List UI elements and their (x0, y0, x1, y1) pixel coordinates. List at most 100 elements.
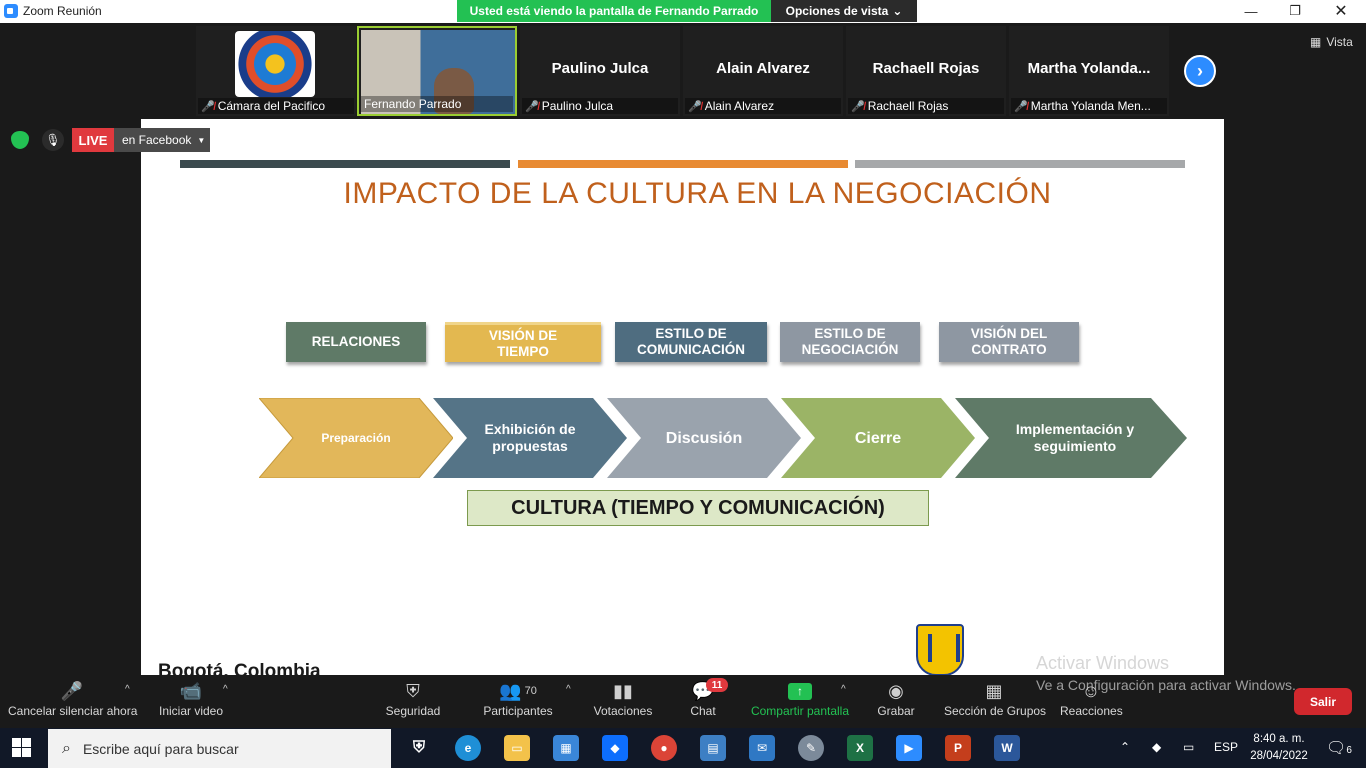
participant-label: 🎤̸ Cámara del Pacifico (198, 98, 354, 114)
powerpoint-icon[interactable]: P (945, 735, 971, 761)
shield-icon[interactable] (11, 131, 29, 149)
participant-label: 🎤̸ Alain Alvarez (685, 98, 841, 114)
zoom-icon[interactable]: ▶ (896, 735, 922, 761)
live-target-dropdown[interactable]: en Facebook ▼ (114, 128, 210, 152)
stage-discusion: Discusión (607, 398, 801, 478)
zoom-app-icon (4, 4, 18, 18)
minimize-button[interactable]: — (1228, 0, 1274, 22)
caret-down-icon: ▼ (197, 135, 206, 145)
participant-label: 🎤̸ Martha Yolanda Men... (1011, 98, 1167, 114)
participant-label: 🎤̸ Paulino Julca (522, 98, 678, 114)
camara-logo (235, 31, 315, 97)
share-banner: Usted está viendo la pantalla de Fernand… (457, 0, 771, 22)
breakout-rooms-button[interactable]: ▦ Sección de Grupos (944, 678, 1046, 719)
slide-bar-orange (518, 160, 848, 168)
participant-label: Fernando Parrado (361, 96, 513, 112)
mic-muted-icon: 🎤̸ (1014, 100, 1028, 113)
grid-icon: ▦ (985, 680, 1003, 701)
taskbar-clock[interactable]: 8:40 a. m. 28/04/2022 (1244, 731, 1314, 765)
taskbar-search-input[interactable]: ⌕ Escribe aquí para buscar (48, 729, 391, 768)
dropbox-icon[interactable]: ◆ (602, 735, 628, 761)
leave-meeting-button[interactable]: Salir (1294, 688, 1352, 715)
slide-bar-gray (855, 160, 1185, 168)
participant-tile-active-speaker[interactable]: Fernando Parrado (357, 26, 517, 116)
mic-muted-icon: 🎤̸ (851, 100, 865, 113)
app-window-icon[interactable]: ▤ (700, 735, 726, 761)
word-icon[interactable]: W (994, 735, 1020, 761)
box-vision-tiempo: VISIÓN DE TIEMPO (445, 322, 601, 362)
dropbox-tray-icon[interactable]: ◆ (1152, 740, 1161, 754)
shield-icon: ⛨ (406, 680, 420, 701)
chrome-icon[interactable]: ● (651, 735, 677, 761)
tray-chevron-up-icon[interactable]: ⌃ (1120, 740, 1130, 754)
stage-preparacion: Preparación (259, 398, 453, 478)
shared-slide: IMPACTO DE LA CULTURA EN LA NEGOCIACIÓN … (141, 119, 1224, 675)
record-icon: ◉ (888, 680, 904, 701)
mic-muted-icon: 🎤̸ (688, 100, 702, 113)
box-estilo-comunicacion: ESTILO DE COMUNICACIÓN (615, 322, 767, 362)
box-estilo-negociacion: ESTILO DE NEGOCIACIÓN (780, 322, 920, 362)
excel-icon[interactable]: X (847, 735, 873, 761)
activation-watermark-title: Activar Windows (1036, 653, 1170, 673)
participants-count: 70 (524, 685, 537, 697)
polls-button[interactable]: ▮▮ Votaciones (592, 678, 654, 719)
culture-box: CULTURA (TIEMPO Y COMUNICACIÓN) (467, 490, 929, 526)
participant-name: Paulino Julca (551, 60, 649, 77)
slide-title: IMPACTO DE LA CULTURA EN LA NEGOCIACIÓN (343, 177, 1052, 210)
participant-tile[interactable]: Martha Yolanda... 🎤̸ Martha Yolanda Men.… (1009, 26, 1169, 116)
security-center-icon[interactable]: ⛨ (406, 735, 432, 761)
close-button[interactable]: ✕ (1318, 0, 1364, 22)
view-toggle-button[interactable]: ▦ Vista (1310, 35, 1353, 49)
share-arrow-icon: ↑ (750, 678, 850, 704)
view-options-button[interactable]: Opciones de vista ⌄ (771, 0, 917, 22)
paint-icon[interactable]: ✎ (798, 735, 824, 761)
slide-footer-location: Bogotá, Colombia (158, 661, 321, 675)
next-page-button[interactable]: › (1184, 55, 1216, 87)
start-video-button[interactable]: 📹 Iniciar video (156, 678, 226, 719)
grid-icon: ▦ (1310, 35, 1322, 49)
box-relaciones: RELACIONES (286, 322, 426, 362)
slide-bar-dark (180, 160, 510, 168)
video-options-caret[interactable]: ^ (223, 684, 228, 695)
mail-icon[interactable]: ✉ (749, 735, 775, 761)
participants-button[interactable]: 👥 70 Participantes (482, 678, 554, 719)
view-toggle-label: Vista (1326, 35, 1353, 49)
bar-chart-icon: ▮▮ (613, 680, 633, 701)
notifications-icon[interactable]: 🗨6 (1326, 738, 1352, 758)
unmute-button[interactable]: 🎤 Cancelar silenciar ahora (8, 678, 137, 719)
edge-browser-icon[interactable]: e (455, 735, 481, 761)
microphone-icon[interactable]: 🎙 (42, 129, 64, 151)
participants-options-caret[interactable]: ^ (566, 684, 571, 695)
microphone-muted-icon: 🎤 (60, 680, 84, 701)
share-screen-button[interactable]: ↑ Compartir pantalla (750, 678, 850, 718)
crest-logo (916, 624, 964, 675)
participant-name: Alain Alvarez (716, 60, 810, 77)
stage-cierre: Cierre (781, 398, 975, 478)
chevron-right-icon: › (1197, 60, 1203, 81)
video-off-icon: 📹 (179, 680, 203, 701)
live-badge[interactable]: LIVE (72, 128, 114, 152)
restore-button[interactable]: ❐ (1272, 0, 1318, 22)
battery-icon[interactable]: ▭ (1183, 740, 1194, 754)
notification-count: 6 (1346, 745, 1352, 756)
share-options-caret[interactable]: ^ (841, 684, 846, 695)
chevron-down-icon: ⌄ (892, 4, 903, 18)
participant-name: Rachaell Rojas (872, 60, 980, 77)
stage-exhibicion: Exhibición de propuestas (433, 398, 627, 478)
chat-unread-badge: 11 (706, 678, 728, 692)
box-vision-contrato: VISIÓN DEL CONTRATO (939, 322, 1079, 362)
language-indicator[interactable]: ESP (1214, 740, 1238, 754)
people-icon: 👥 (499, 680, 522, 701)
store-icon[interactable]: ▦ (553, 735, 579, 761)
search-icon: ⌕ (62, 739, 71, 757)
file-explorer-icon[interactable]: ▭ (504, 735, 530, 761)
mic-muted-icon: 🎤̸ (525, 100, 539, 113)
participant-tile[interactable]: Rachaell Rojas 🎤̸ Rachaell Rojas (846, 26, 1006, 116)
audio-options-caret[interactable]: ^ (125, 684, 130, 695)
windows-start-icon[interactable] (12, 738, 32, 758)
record-button[interactable]: ◉ Grabar (876, 678, 916, 719)
participant-tile[interactable]: 🎤̸ Cámara del Pacifico (196, 26, 356, 116)
security-button[interactable]: ⛨ Seguridad (383, 678, 443, 719)
participant-tile[interactable]: Paulino Julca 🎤̸ Paulino Julca (520, 26, 680, 116)
participant-tile[interactable]: Alain Alvarez 🎤̸ Alain Alvarez (683, 26, 843, 116)
